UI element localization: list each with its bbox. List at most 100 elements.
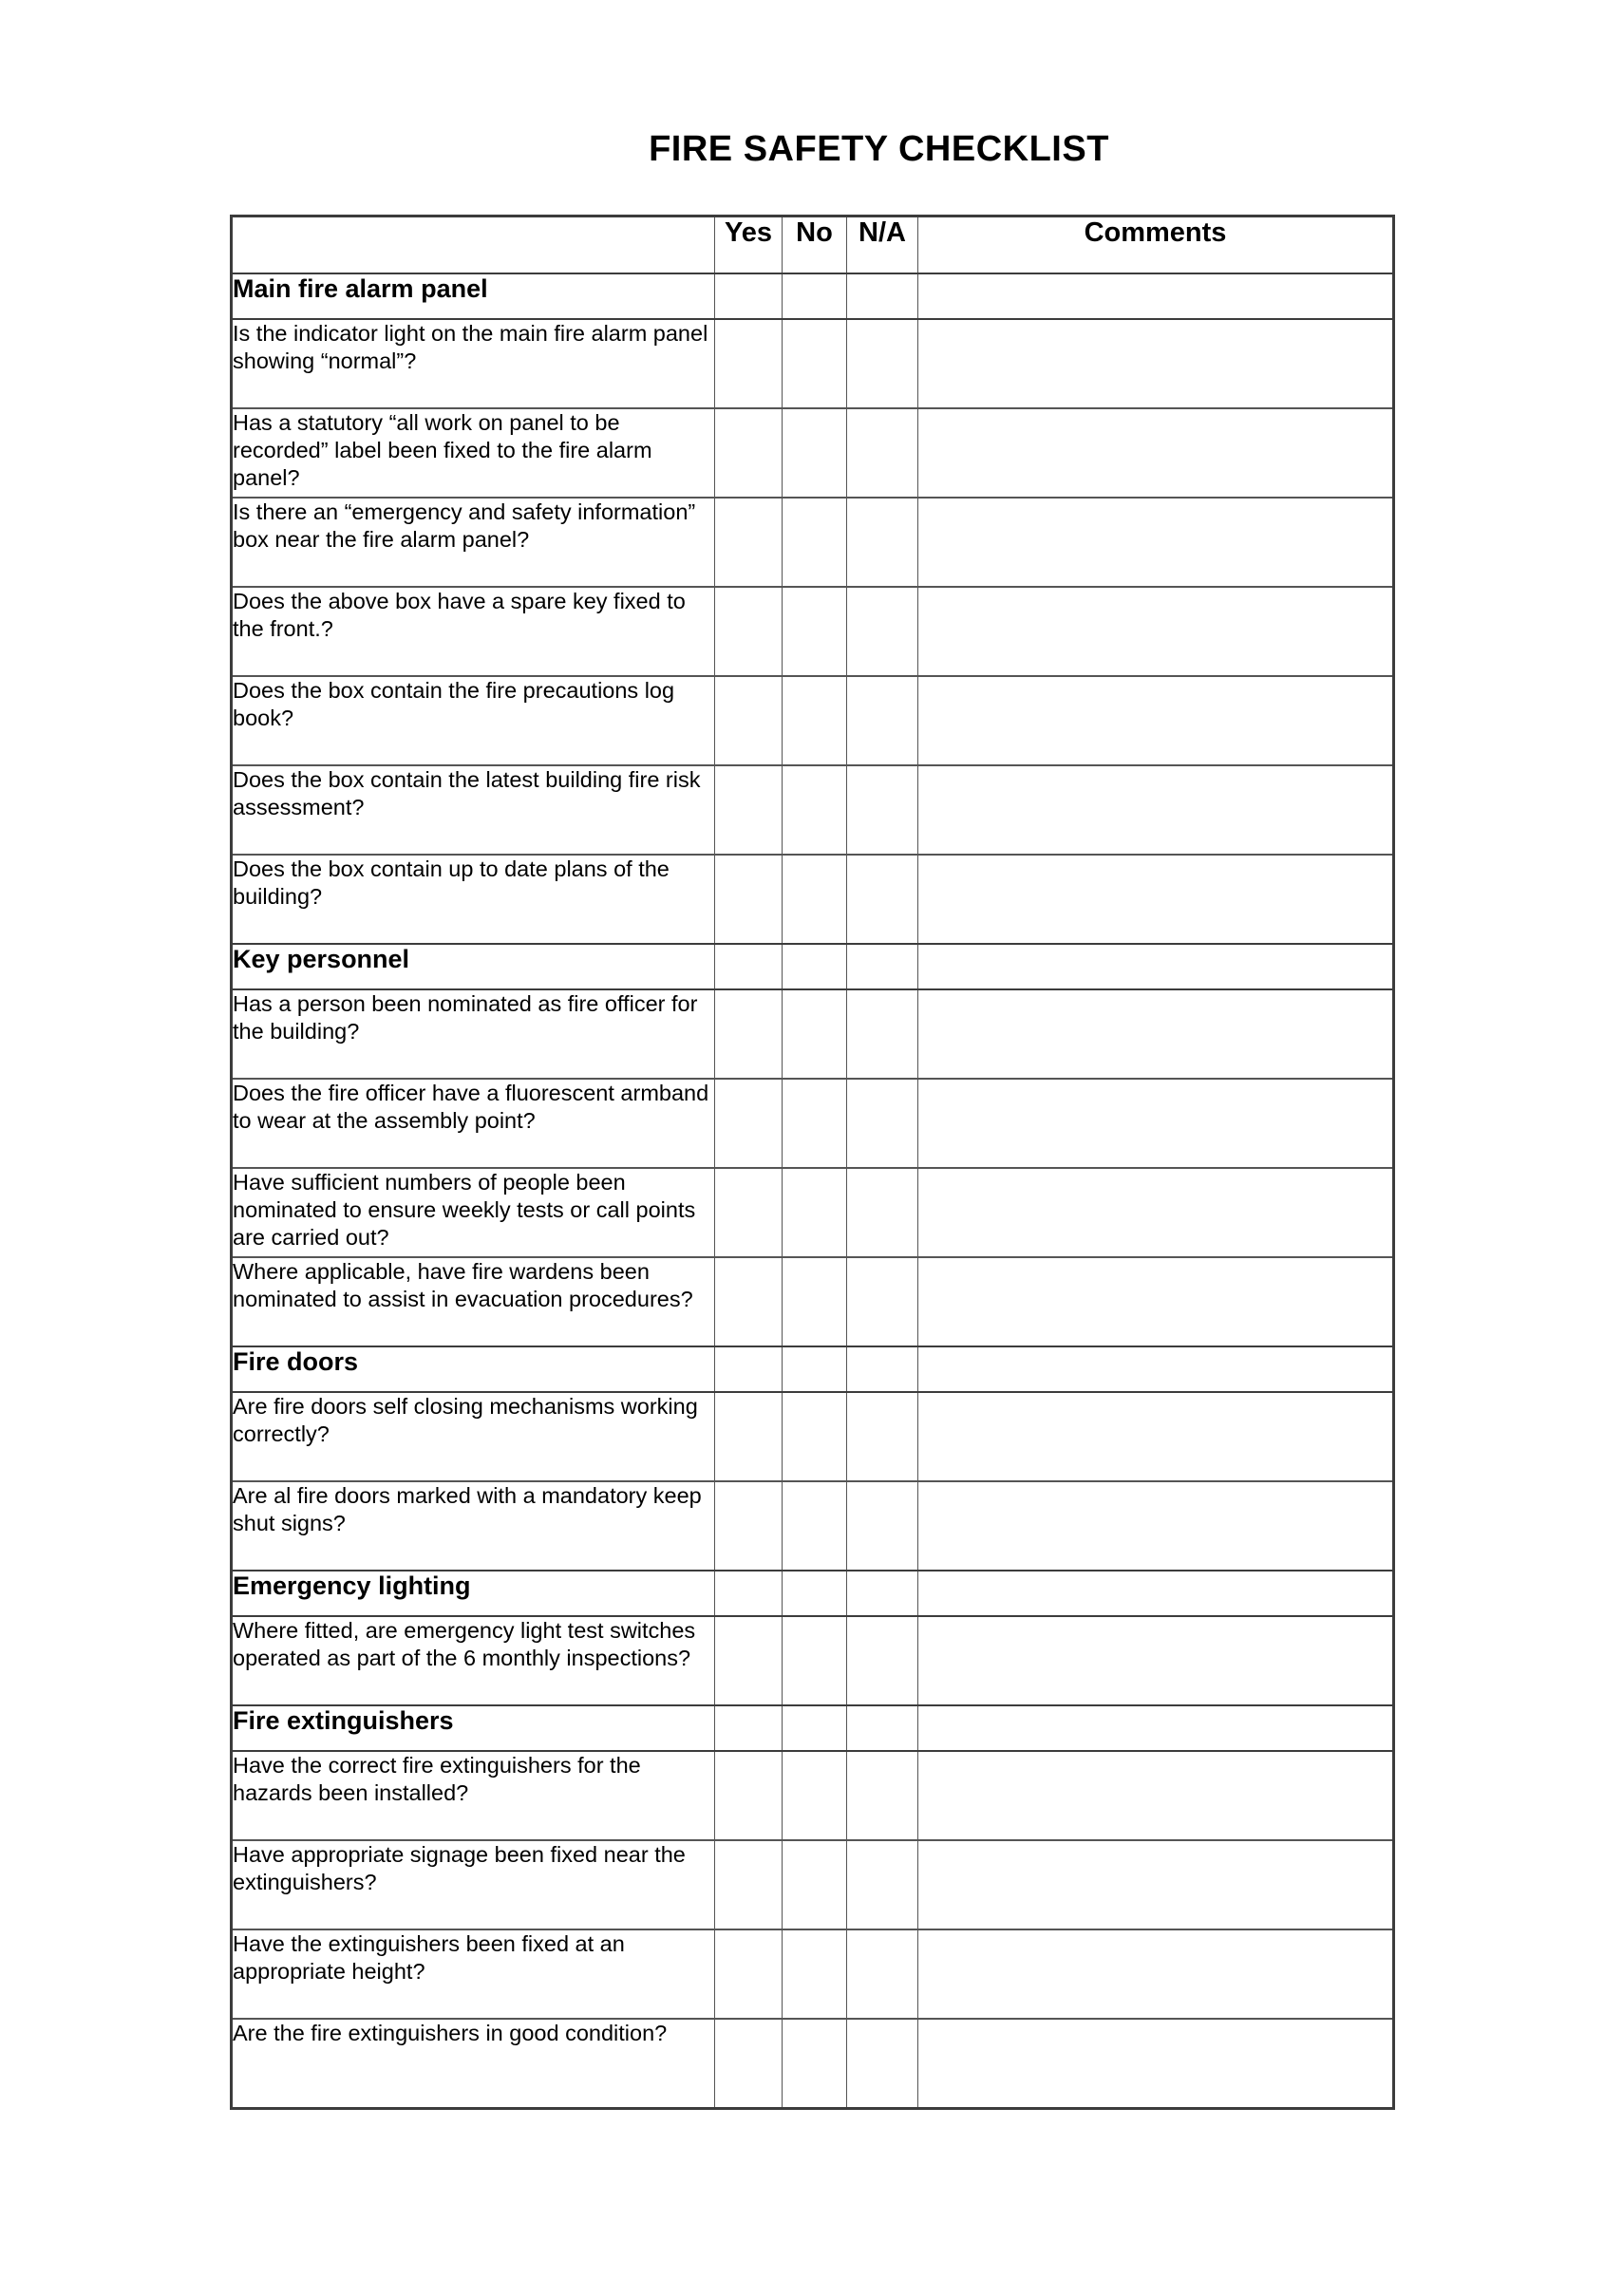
section-no-cell[interactable]: [782, 1704, 847, 1752]
na-checkbox-cell[interactable]: [846, 1480, 918, 1571]
yes-checkbox-cell[interactable]: [714, 1480, 783, 1571]
no-checkbox-cell[interactable]: [782, 497, 847, 588]
no-checkbox-cell[interactable]: [782, 1480, 847, 1571]
yes-checkbox-cell[interactable]: [714, 1839, 783, 1930]
comments-cell[interactable]: [917, 1615, 1394, 1706]
section-na-cell[interactable]: [846, 1704, 918, 1752]
na-checkbox-cell[interactable]: [846, 497, 918, 588]
yes-checkbox-cell[interactable]: [714, 1750, 783, 1841]
comments-cell[interactable]: [917, 497, 1394, 588]
no-checkbox-cell[interactable]: [782, 1391, 847, 1482]
comments-cell[interactable]: [917, 1480, 1394, 1571]
na-checkbox-cell[interactable]: [846, 2018, 918, 2109]
na-checkbox-cell[interactable]: [846, 675, 918, 766]
no-checkbox-cell[interactable]: [782, 1839, 847, 1930]
table-row: Are fire doors self closing mechanisms w…: [231, 1391, 1394, 1482]
na-checkbox-cell[interactable]: [846, 1391, 918, 1482]
yes-checkbox-cell[interactable]: [714, 586, 783, 677]
na-checkbox-cell[interactable]: [846, 1750, 918, 1841]
section-no-cell[interactable]: [782, 1570, 847, 1617]
section-comments-cell[interactable]: [917, 1570, 1394, 1617]
comments-cell[interactable]: [917, 1929, 1394, 2020]
yes-checkbox-cell[interactable]: [714, 318, 783, 409]
yes-checkbox-cell[interactable]: [714, 1078, 783, 1169]
section-na-cell[interactable]: [846, 943, 918, 990]
comments-cell[interactable]: [917, 1750, 1394, 1841]
no-checkbox-cell[interactable]: [782, 1167, 847, 1258]
no-checkbox-cell[interactable]: [782, 2018, 847, 2109]
yes-checkbox-cell[interactable]: [714, 1929, 783, 2020]
yes-checkbox-cell[interactable]: [714, 1615, 783, 1706]
na-checkbox-cell[interactable]: [846, 988, 918, 1080]
section-comments-cell[interactable]: [917, 943, 1394, 990]
yes-checkbox-cell[interactable]: [714, 988, 783, 1080]
section-comments-cell[interactable]: [917, 273, 1394, 320]
table-row: Does the box contain up to date plans of…: [231, 854, 1394, 945]
section-no-cell[interactable]: [782, 273, 847, 320]
question-text: Are fire doors self closing mechanisms w…: [231, 1391, 715, 1482]
comments-cell[interactable]: [917, 988, 1394, 1080]
na-checkbox-cell[interactable]: [846, 1167, 918, 1258]
na-checkbox-cell[interactable]: [846, 1929, 918, 2020]
no-checkbox-cell[interactable]: [782, 1615, 847, 1706]
no-checkbox-cell[interactable]: [782, 988, 847, 1080]
yes-checkbox-cell[interactable]: [714, 1256, 783, 1347]
na-checkbox-cell[interactable]: [846, 1839, 918, 1930]
section-header-row: Fire extinguishers: [231, 1704, 1394, 1752]
comments-cell[interactable]: [917, 586, 1394, 677]
comments-cell[interactable]: [917, 854, 1394, 945]
no-checkbox-cell[interactable]: [782, 764, 847, 856]
comments-cell[interactable]: [917, 1256, 1394, 1347]
na-checkbox-cell[interactable]: [846, 1615, 918, 1706]
no-checkbox-cell[interactable]: [782, 1929, 847, 2020]
comments-cell[interactable]: [917, 1078, 1394, 1169]
comments-cell[interactable]: [917, 1391, 1394, 1482]
comments-cell[interactable]: [917, 675, 1394, 766]
comments-cell[interactable]: [917, 1167, 1394, 1258]
section-comments-cell[interactable]: [917, 1346, 1394, 1393]
na-checkbox-cell[interactable]: [846, 586, 918, 677]
yes-checkbox-cell[interactable]: [714, 854, 783, 945]
section-comments-cell[interactable]: [917, 1704, 1394, 1752]
section-yes-cell[interactable]: [714, 1704, 783, 1752]
comments-cell[interactable]: [917, 1839, 1394, 1930]
na-checkbox-cell[interactable]: [846, 1256, 918, 1347]
section-na-cell[interactable]: [846, 273, 918, 320]
section-na-cell[interactable]: [846, 1570, 918, 1617]
yes-checkbox-cell[interactable]: [714, 1167, 783, 1258]
yes-checkbox-cell[interactable]: [714, 497, 783, 588]
section-yes-cell[interactable]: [714, 273, 783, 320]
yes-checkbox-cell[interactable]: [714, 1391, 783, 1482]
no-checkbox-cell[interactable]: [782, 407, 847, 499]
section-yes-cell[interactable]: [714, 1346, 783, 1393]
comments-cell[interactable]: [917, 318, 1394, 409]
section-na-cell[interactable]: [846, 1346, 918, 1393]
yes-checkbox-cell[interactable]: [714, 675, 783, 766]
no-checkbox-cell[interactable]: [782, 586, 847, 677]
table-row: Have appropriate signage been fixed near…: [231, 1839, 1394, 1930]
comments-cell[interactable]: [917, 407, 1394, 499]
section-header-row: Main fire alarm panel: [231, 273, 1394, 320]
section-no-cell[interactable]: [782, 943, 847, 990]
yes-checkbox-cell[interactable]: [714, 764, 783, 856]
na-checkbox-cell[interactable]: [846, 318, 918, 409]
section-no-cell[interactable]: [782, 1346, 847, 1393]
na-checkbox-cell[interactable]: [846, 407, 918, 499]
section-yes-cell[interactable]: [714, 943, 783, 990]
no-checkbox-cell[interactable]: [782, 318, 847, 409]
no-checkbox-cell[interactable]: [782, 675, 847, 766]
no-checkbox-cell[interactable]: [782, 1256, 847, 1347]
comments-cell[interactable]: [917, 764, 1394, 856]
yes-checkbox-cell[interactable]: [714, 2018, 783, 2109]
na-checkbox-cell[interactable]: [846, 764, 918, 856]
yes-checkbox-cell[interactable]: [714, 407, 783, 499]
section-yes-cell[interactable]: [714, 1570, 783, 1617]
no-checkbox-cell[interactable]: [782, 1078, 847, 1169]
comments-cell[interactable]: [917, 2018, 1394, 2109]
na-checkbox-cell[interactable]: [846, 1078, 918, 1169]
no-checkbox-cell[interactable]: [782, 854, 847, 945]
section-header-row: Emergency lighting: [231, 1570, 1394, 1617]
na-checkbox-cell[interactable]: [846, 854, 918, 945]
section-heading: Fire extinguishers: [231, 1704, 715, 1752]
no-checkbox-cell[interactable]: [782, 1750, 847, 1841]
